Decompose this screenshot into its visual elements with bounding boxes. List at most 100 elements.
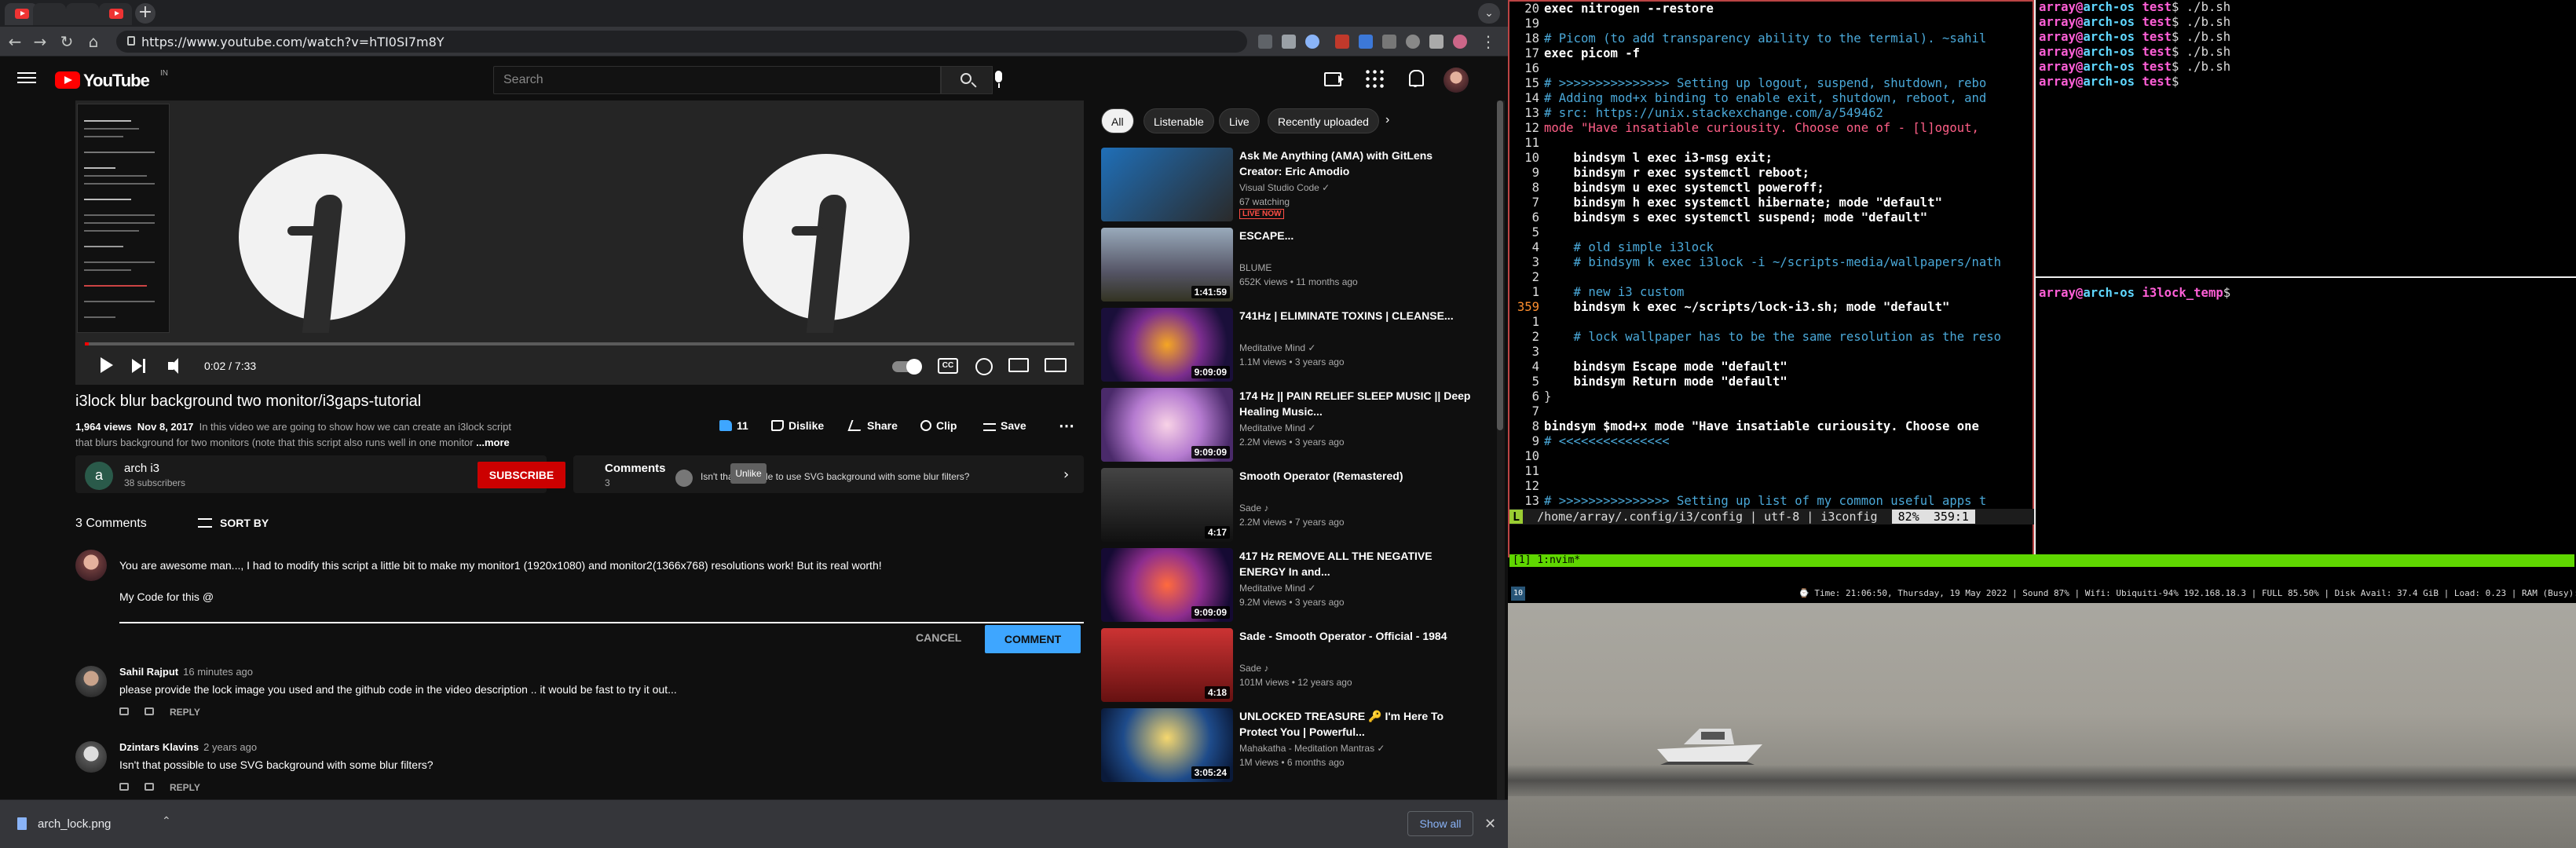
video-thumbnail[interactable]: 9:09:09 <box>1101 308 1233 382</box>
recommended-video[interactable]: 9:09:09 174 Hz || PAIN RELIEF SLEEP MUSIC… <box>1101 388 1494 466</box>
sort-by-button[interactable]: SORT BY <box>198 517 269 529</box>
video-title[interactable]: Sade - Smooth Operator - Official - 1984 <box>1239 628 1475 644</box>
thumbs-down-icon[interactable] <box>145 707 154 715</box>
video-description[interactable]: 1,964 views Nov 8, 2017 In this video we… <box>75 419 531 451</box>
avatar[interactable] <box>75 741 107 773</box>
profile-avatar-icon[interactable] <box>1453 35 1467 49</box>
avatar[interactable] <box>75 666 107 697</box>
comment-input[interactable]: You are awesome man..., I had to modify … <box>119 557 1046 605</box>
nvim-buffer[interactable]: 20 exec nitrogen --restore 19 18 # Picom (to… <box>1509 2 2036 509</box>
save-button[interactable]: Save <box>983 419 1026 432</box>
forward-button[interactable]: → <box>30 31 50 52</box>
channel-name[interactable]: arch i3 <box>124 462 159 475</box>
youtube-logo[interactable]: YouTube IN <box>55 69 196 91</box>
dislike-button[interactable]: Dislike <box>771 419 824 432</box>
scrollbar[interactable] <box>1497 101 1505 799</box>
extension-icon[interactable] <box>1359 35 1373 49</box>
home-button[interactable]: ⌂ <box>83 31 104 52</box>
browser-tab[interactable] <box>66 3 99 25</box>
video-title[interactable]: 741Hz | ELIMINATE TOXINS | CLEANSE... <box>1239 308 1475 323</box>
recommended-video[interactable]: Ask Me Anything (AMA) with GitLens Creat… <box>1101 148 1494 226</box>
thumbs-up-icon[interactable] <box>119 707 129 715</box>
terminal-pane[interactable]: array@arch-os i3lock_temp$ <box>2034 276 2576 557</box>
create-video-icon[interactable] <box>1323 68 1345 90</box>
video-thumbnail[interactable]: 4:18 <box>1101 628 1233 702</box>
menu-dots-icon[interactable]: ⋮ <box>1478 31 1498 52</box>
video-player[interactable]: 0:02 / 7:33 CC <box>75 101 1084 385</box>
channel-name[interactable]: Sade ♪ <box>1239 503 1268 514</box>
reload-button[interactable]: ↻ <box>57 31 77 52</box>
recommended-video[interactable]: 3:05:24 UNLOCKED TREASURE 🔑 I'm Here To P… <box>1101 708 1494 787</box>
next-button[interactable] <box>132 356 149 377</box>
video-thumbnail[interactable]: 1:41:59 <box>1101 228 1233 302</box>
more-actions-button[interactable]: ⋯ <box>1059 416 1074 436</box>
close-icon[interactable]: ✕ <box>1484 816 1496 832</box>
microphone-icon[interactable] <box>988 69 1010 91</box>
show-more-link[interactable]: ...more <box>476 437 510 448</box>
tab-search-button[interactable]: ⌄ <box>1478 3 1500 24</box>
like-button[interactable]: 11 <box>719 419 748 432</box>
captions-icon[interactable]: CC <box>938 358 958 374</box>
notifications-bell-icon[interactable] <box>1404 68 1426 90</box>
search-button[interactable] <box>941 66 993 94</box>
channel-name[interactable]: Sade ♪ <box>1239 663 1268 674</box>
recommended-video[interactable]: 4:17 Smooth Operator (Remastered) Sade ♪ 2.… <box>1101 468 1494 546</box>
video-title[interactable]: Ask Me Anything (AMA) with GitLens Creat… <box>1239 148 1475 179</box>
back-button[interactable]: ← <box>5 31 25 52</box>
channel-name[interactable]: Meditative Mind ✓ <box>1239 583 1315 594</box>
volume-icon[interactable] <box>168 356 188 377</box>
extension-icon[interactable] <box>1406 35 1420 49</box>
download-item[interactable]: arch_lock.png <box>38 817 111 831</box>
cancel-button[interactable]: CANCEL <box>916 631 961 644</box>
puzzle-icon[interactable] <box>1429 35 1444 49</box>
chevron-up-icon[interactable]: ⌃ <box>162 814 171 828</box>
channel-avatar[interactable]: a <box>85 462 113 490</box>
send-icon[interactable] <box>1282 35 1296 49</box>
theater-mode-icon[interactable] <box>1045 358 1067 372</box>
browser-tab[interactable] <box>99 3 132 25</box>
submit-comment-button[interactable]: COMMENT <box>985 625 1081 653</box>
share-button[interactable]: Share <box>847 419 898 432</box>
show-all-button[interactable]: Show all <box>1407 811 1473 836</box>
video-title[interactable]: 174 Hz || PAIN RELIEF SLEEP MUSIC || Dee… <box>1239 388 1475 419</box>
chip-all[interactable]: All <box>1101 108 1134 133</box>
thumbs-down-icon[interactable] <box>145 783 154 791</box>
subscribe-button[interactable]: SUBSCRIBE <box>478 462 565 488</box>
comment-author[interactable]: Dzintars Klavins <box>119 741 199 753</box>
recommended-video[interactable]: 4:18 Sade - Smooth Operator - Official - … <box>1101 628 1494 707</box>
video-thumbnail[interactable]: 4:17 <box>1101 468 1233 542</box>
browser-tab[interactable] <box>33 3 66 25</box>
search-input[interactable]: Search <box>493 66 941 94</box>
chevron-right-icon[interactable]: › <box>1385 113 1389 127</box>
channel-name[interactable]: Mahakatha - Meditation Mantras ✓ <box>1239 743 1385 754</box>
bookmark-star-icon[interactable] <box>1305 35 1319 49</box>
reply-button[interactable]: REPLY <box>170 707 200 718</box>
video-thumbnail[interactable]: 3:05:24 <box>1101 708 1233 782</box>
reply-button[interactable]: REPLY <box>170 782 200 793</box>
clip-button[interactable]: Clip <box>920 419 957 432</box>
account-avatar[interactable] <box>1444 68 1469 93</box>
comment-time[interactable]: 2 years ago <box>203 741 257 753</box>
terminal-pane[interactable]: array@arch-os test$ ./b.sh array@arch-os … <box>2034 0 2576 276</box>
comment-author[interactable]: Sahil Rajput <box>119 666 178 678</box>
channel-name[interactable]: BLUME <box>1239 262 1272 273</box>
recommended-video[interactable]: 1:41:59 ESCAPE... BLUME 652K views • 11 mon… <box>1101 228 1494 306</box>
chip-live[interactable]: Live <box>1219 108 1260 133</box>
comments-teaser[interactable]: Comments 3 Isn't that possible to use SV… <box>573 455 1084 493</box>
thumbs-up-icon[interactable] <box>119 783 129 791</box>
video-thumbnail[interactable] <box>1101 148 1233 221</box>
play-button[interactable] <box>97 356 113 374</box>
video-thumbnail[interactable]: 9:09:09 <box>1101 548 1233 622</box>
recommended-video[interactable]: 9:09:09 741Hz | ELIMINATE TOXINS | CLEANS… <box>1101 308 1494 386</box>
video-title[interactable]: Smooth Operator (Remastered) <box>1239 468 1475 484</box>
miniplayer-icon[interactable] <box>1008 358 1029 372</box>
video-thumbnail[interactable]: 9:09:09 <box>1101 388 1233 462</box>
scroll-thumb[interactable] <box>1497 101 1503 430</box>
channel-name[interactable]: Meditative Mind ✓ <box>1239 422 1315 433</box>
video-title[interactable]: 417 Hz REMOVE ALL THE NEGATIVE ENERGY In… <box>1239 548 1475 579</box>
apps-grid-icon[interactable] <box>1363 68 1385 90</box>
recommended-video[interactable]: 9:09:09 417 Hz REMOVE ALL THE NEGATIVE EN… <box>1101 548 1494 627</box>
channel-name[interactable]: Meditative Mind ✓ <box>1239 342 1315 353</box>
settings-gear-icon[interactable] <box>975 358 993 375</box>
progress-bar[interactable] <box>85 342 1074 345</box>
